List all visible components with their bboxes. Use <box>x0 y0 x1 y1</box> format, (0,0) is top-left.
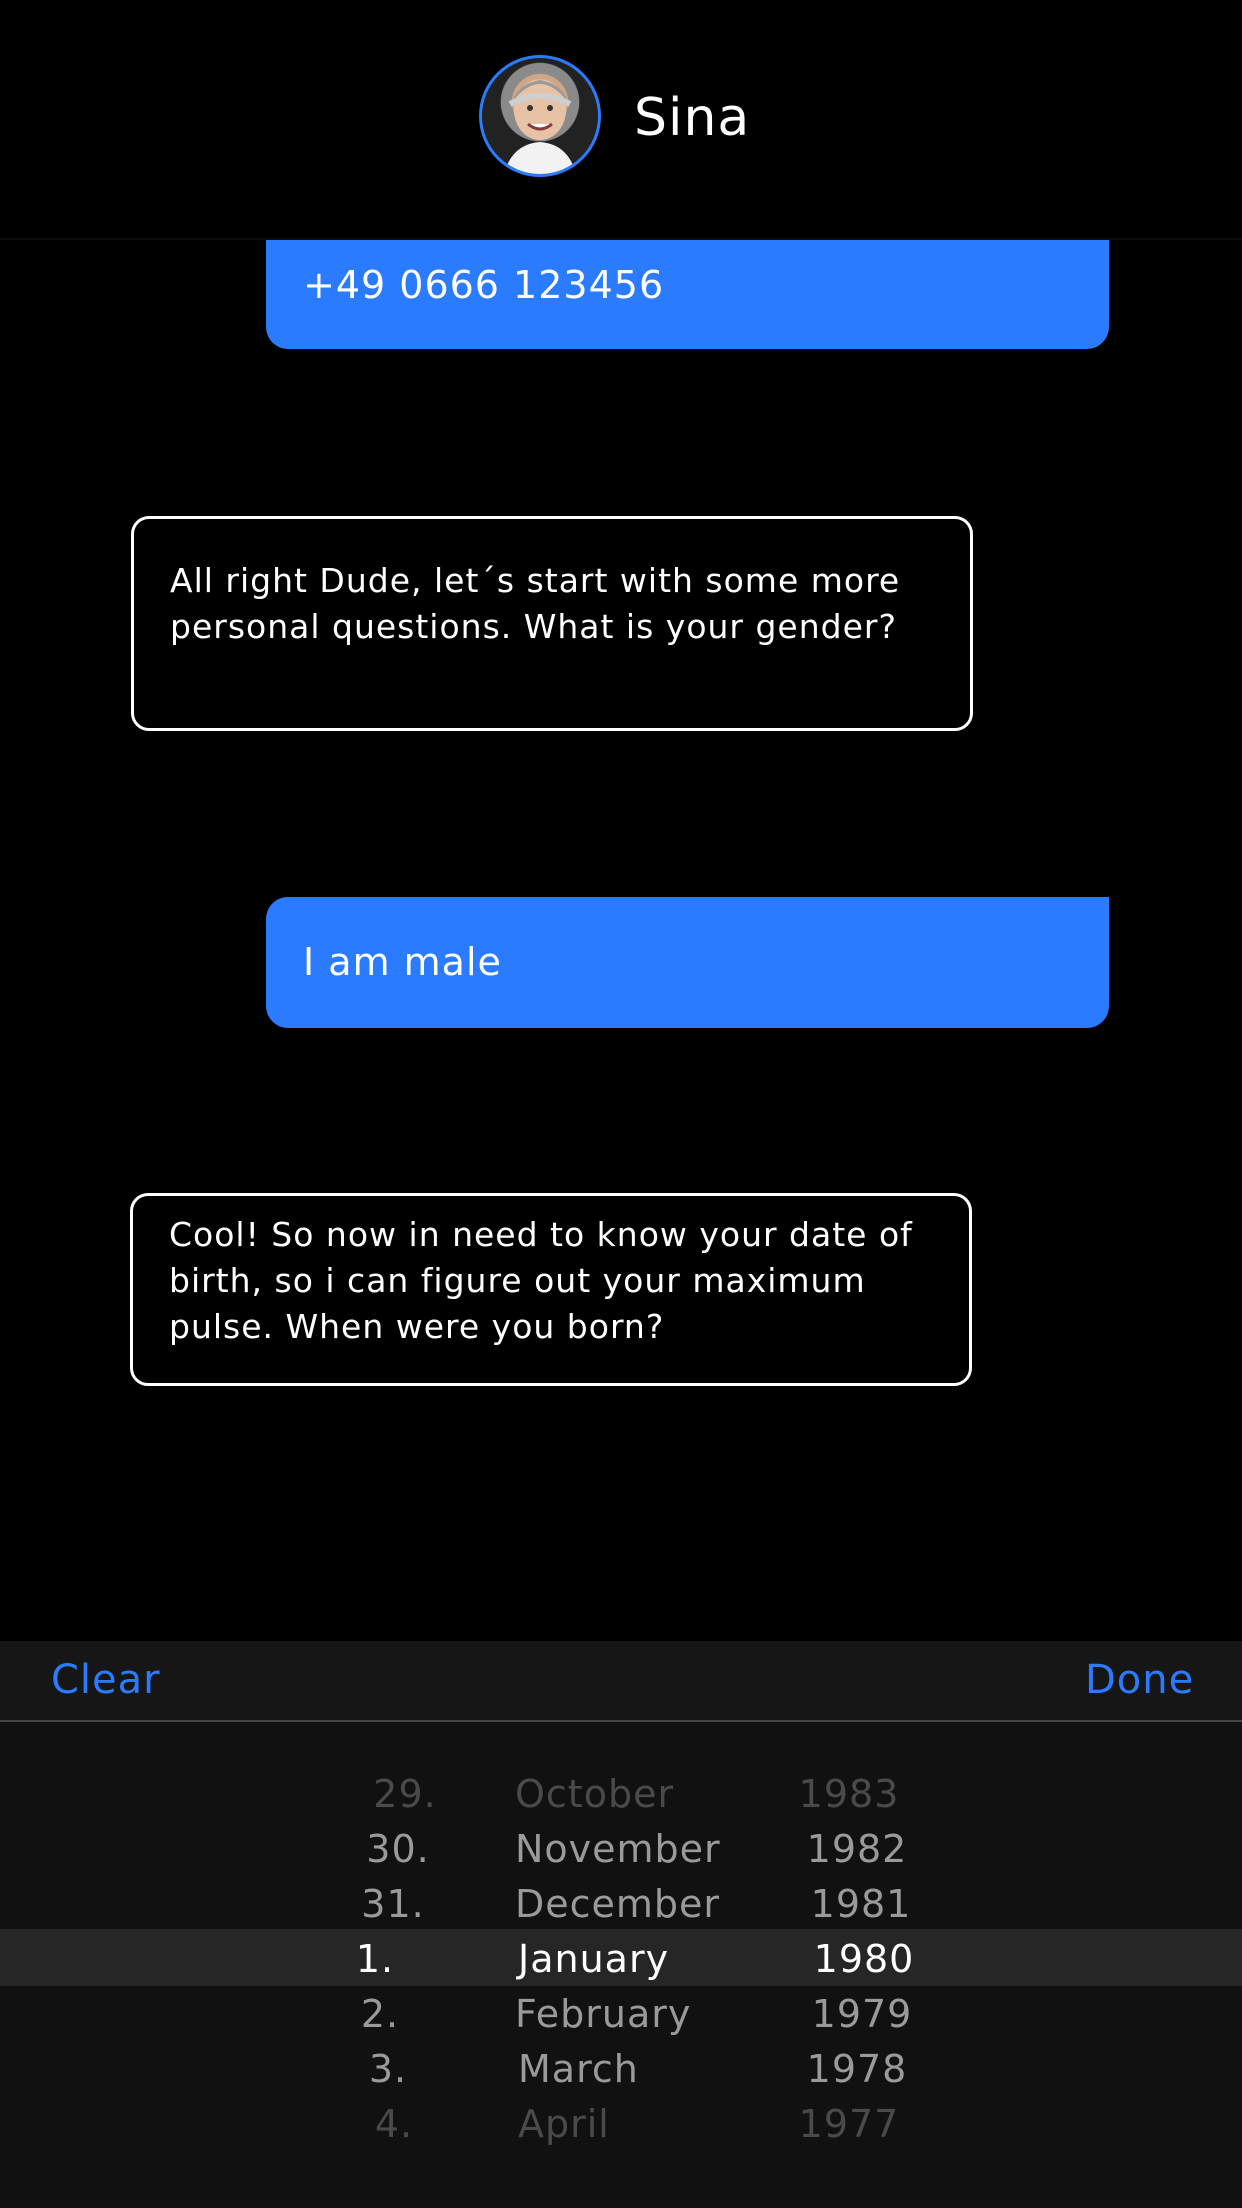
incoming-message: All right Dude, let´s start with some mo… <box>131 516 973 731</box>
contact-avatar-icon[interactable] <box>479 55 601 177</box>
picker-year-option[interactable]: 1981 <box>811 1882 912 1926</box>
outgoing-message: +49 0666 123456 <box>266 240 1109 349</box>
picker-month-option[interactable]: November <box>515 1827 721 1871</box>
picker-year-option[interactable]: 1977 <box>799 2102 900 2146</box>
picker-year-option[interactable]: 1979 <box>812 1992 913 2036</box>
picker-year-option[interactable]: 1978 <box>807 2047 908 2091</box>
picker-month-option[interactable]: April <box>518 2102 610 2146</box>
picker-day-option[interactable]: 31. <box>361 1882 424 1926</box>
picker-toolbar: Clear Done <box>0 1641 1242 1722</box>
outgoing-message: I am male <box>266 897 1109 1028</box>
picker-day-option[interactable]: 1. <box>356 1937 394 1981</box>
picker-day-option[interactable]: 3. <box>369 2047 407 2091</box>
message-text: +49 0666 123456 <box>303 263 665 307</box>
message-text: I am male <box>303 940 502 984</box>
done-button[interactable]: Done <box>1085 1655 1194 1705</box>
clear-button[interactable]: Clear <box>51 1655 161 1705</box>
message-text: All right Dude, let´s start with some mo… <box>170 561 901 646</box>
picker-day-option[interactable]: 29. <box>373 1772 436 1816</box>
picker-month-option[interactable]: March <box>518 2047 639 2091</box>
picker-month-option[interactable]: February <box>515 1992 691 2036</box>
picker-day-option[interactable]: 30. <box>366 1827 429 1871</box>
contact-name: Sina <box>634 88 751 148</box>
picker-year-option[interactable]: 1980 <box>814 1937 915 1981</box>
chat-header: Sina <box>0 0 1242 240</box>
picker-day-option[interactable]: 4. <box>375 2102 413 2146</box>
picker-month-option[interactable]: October <box>515 1772 674 1816</box>
picker-day-option[interactable]: 2. <box>361 1992 399 2036</box>
picker-year-option[interactable]: 1982 <box>807 1827 908 1871</box>
picker-year-option[interactable]: 1983 <box>799 1772 900 1816</box>
message-text: Cool! So now in need to know your date o… <box>169 1215 913 1346</box>
picker-month-option[interactable]: December <box>515 1882 720 1926</box>
picker-month-option[interactable]: January <box>518 1937 669 1981</box>
incoming-message: Cool! So now in need to know your date o… <box>130 1193 972 1386</box>
